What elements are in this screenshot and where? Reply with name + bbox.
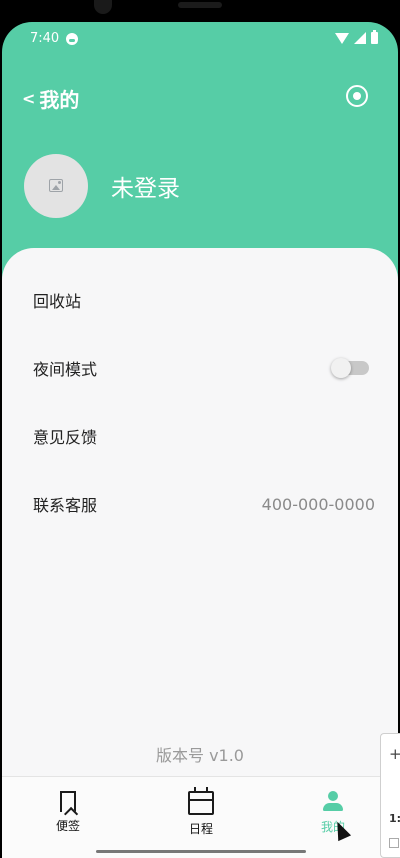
tab-label: 便签 bbox=[55, 819, 80, 833]
phone-frame: 7:40 < 我的 未登录 回收站 夜间模式 意见反馈 联系客服 400-000… bbox=[0, 0, 400, 858]
plus-icon[interactable]: + bbox=[389, 745, 400, 763]
menu-item-night-mode[interactable]: 夜间模式 bbox=[2, 334, 398, 402]
profile-section: 未登录 bbox=[24, 154, 180, 218]
target-icon[interactable] bbox=[346, 85, 368, 107]
person-icon bbox=[322, 791, 344, 813]
back-chevron-icon: < bbox=[22, 89, 36, 108]
customer-service-phone: 400-000-0000 bbox=[261, 494, 375, 514]
header: < 我的 bbox=[2, 56, 398, 136]
page-title: 我的 bbox=[39, 88, 80, 112]
calendar-icon bbox=[188, 787, 214, 815]
menu-item-label: 夜间模式 bbox=[33, 360, 98, 379]
panel-number: 1: bbox=[389, 812, 400, 825]
menu-item-recycle-bin[interactable]: 回收站 bbox=[2, 266, 398, 334]
wifi-icon bbox=[335, 32, 349, 44]
bookmark-icon bbox=[60, 791, 76, 812]
image-placeholder-icon bbox=[49, 179, 63, 192]
content-sheet: 回收站 夜间模式 意见反馈 联系客服 400-000-0000 版本号 v1.0 bbox=[2, 248, 398, 776]
front-camera bbox=[94, 0, 112, 14]
bottom-navigation: 便签 日程 我的 bbox=[2, 776, 398, 858]
app-notification-icon bbox=[66, 33, 78, 45]
status-icons bbox=[335, 30, 378, 45]
menu-item-label: 意见反馈 bbox=[33, 428, 98, 447]
panel-box-icon bbox=[389, 838, 399, 848]
back-button[interactable]: < 我的 bbox=[22, 84, 79, 113]
login-status[interactable]: 未登录 bbox=[111, 169, 180, 203]
battery-icon bbox=[371, 30, 378, 44]
menu-item-feedback[interactable]: 意见反馈 bbox=[2, 402, 398, 470]
tab-mine[interactable]: 我的 bbox=[298, 791, 368, 845]
menu-list: 回收站 夜间模式 意见反馈 联系客服 400-000-0000 bbox=[2, 266, 398, 538]
night-mode-toggle[interactable] bbox=[331, 358, 369, 378]
menu-item-label: 联系客服 bbox=[33, 496, 98, 515]
menu-item-customer-service[interactable]: 联系客服 400-000-0000 bbox=[2, 470, 398, 538]
tab-schedule[interactable]: 日程 bbox=[166, 787, 236, 845]
app-screen: 7:40 < 我的 未登录 回收站 夜间模式 意见反馈 联系客服 400-000… bbox=[2, 22, 398, 858]
tab-notes[interactable]: 便签 bbox=[33, 791, 103, 845]
toggle-knob bbox=[331, 358, 351, 378]
home-indicator bbox=[96, 850, 306, 853]
floating-side-panel[interactable]: + 1: bbox=[380, 733, 400, 858]
tab-label: 日程 bbox=[188, 822, 213, 836]
status-time: 7:40 bbox=[30, 31, 60, 46]
menu-item-label: 回收站 bbox=[33, 292, 82, 311]
status-bar: 7:40 bbox=[2, 22, 398, 56]
signal-icon bbox=[354, 32, 366, 44]
avatar[interactable] bbox=[24, 154, 88, 218]
version-label: 版本号 v1.0 bbox=[155, 746, 244, 765]
earpiece-speaker bbox=[178, 2, 222, 8]
